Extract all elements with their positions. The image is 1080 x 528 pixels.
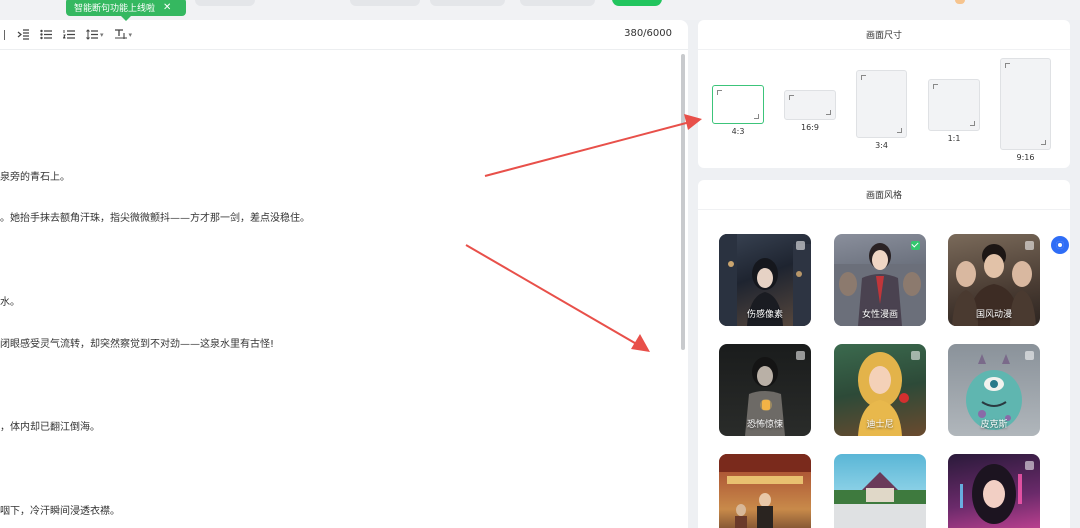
numbered-list-icon: [63, 30, 75, 39]
size-thumb: [928, 79, 980, 131]
style-label: 恐怖惊悚: [746, 420, 783, 430]
feature-toast: 智能断句功能上线啦 ✕: [66, 0, 186, 16]
size-thumb: [856, 70, 907, 138]
style-checkbox[interactable]: [796, 241, 805, 250]
size-thumb: [784, 90, 836, 120]
style-card-sad-pixel[interactable]: 伤感像素: [719, 234, 811, 326]
size-option-1-1[interactable]: 1:1: [928, 79, 980, 143]
bullet-list-icon: [40, 29, 52, 40]
editor-line[interactable]: 。她抬手抹去额角汗珠，指尖微微颤抖——方才那一剑，差点没稳住。: [0, 209, 310, 224]
size-option-9-16[interactable]: 9:16: [1000, 58, 1051, 162]
size-option-3-4[interactable]: 3:4: [856, 70, 907, 150]
canvas-size-panel: 画面尺寸 4:3 16:9 3:4 1:1 9:16: [698, 20, 1070, 168]
canvas-size-title: 画面尺寸: [698, 20, 1070, 50]
editor-line[interactable]: 闭眼感受灵气流转，却突然察觉到不对劲——这泉水里有古怪!: [0, 335, 274, 350]
toast-text: 智能断句功能上线啦: [74, 3, 156, 14]
style-card-neon-anime[interactable]: [948, 454, 1040, 528]
editor-line[interactable]: 水。: [0, 293, 20, 308]
style-label: 女性漫画: [861, 310, 898, 320]
size-label: 1:1: [947, 134, 961, 143]
size-label: 4:3: [731, 127, 745, 136]
toolbar-divider: [4, 29, 5, 40]
style-card-horror-thriller[interactable]: 恐怖惊悚: [719, 344, 811, 436]
style-thumb-image: [834, 472, 926, 528]
style-card-chinese-anime[interactable]: 国风动漫: [948, 234, 1040, 326]
top-tab-remnant[interactable]: [195, 0, 255, 6]
toast-close-icon[interactable]: ✕: [163, 2, 171, 13]
style-card-disney[interactable]: 迪士尼: [834, 344, 926, 436]
style-label: 伤感像素: [746, 310, 783, 320]
chevron-down-icon: ▾: [100, 30, 104, 39]
style-card-female-comic[interactable]: 女性漫画: [834, 234, 926, 326]
style-checkbox[interactable]: [796, 351, 805, 360]
style-card-vintage[interactable]: [719, 454, 811, 528]
style-checkbox-checked[interactable]: [911, 241, 920, 250]
size-thumb: [712, 85, 764, 124]
avatar-badge: [955, 0, 965, 4]
style-label: 国风动漫: [975, 310, 1012, 320]
numbered-list-button[interactable]: [63, 29, 76, 40]
style-thumb-image: [719, 454, 811, 528]
indent-button[interactable]: [17, 29, 30, 40]
size-label: 16:9: [801, 123, 819, 132]
style-label: 皮克斯: [980, 420, 1008, 430]
bullet-list-button[interactable]: [40, 29, 53, 40]
top-tab-remnant[interactable]: [520, 0, 595, 6]
style-checkbox[interactable]: [1025, 351, 1034, 360]
assistant-float-button[interactable]: [1051, 236, 1069, 254]
style-label: 迪士尼: [866, 420, 894, 430]
editor-line[interactable]: 咽下，冷汗瞬间浸透衣襟。: [0, 502, 120, 517]
editor-line[interactable]: ，体内却已翻江倒海。: [0, 418, 100, 433]
toast-pointer: [121, 16, 131, 21]
size-option-4-3[interactable]: 4:3: [712, 85, 764, 136]
editor-line[interactable]: 泉旁的青石上。: [0, 168, 70, 183]
size-label: 3:4: [875, 141, 888, 150]
line-height-button[interactable]: ▾: [86, 29, 104, 40]
paragraph-spacing-button[interactable]: ▾: [114, 29, 133, 40]
art-style-title: 画面风格: [698, 180, 1070, 210]
top-tab-remnant[interactable]: [430, 0, 505, 6]
text-format-icon: [114, 29, 127, 39]
character-counter: 380/6000: [624, 28, 672, 39]
size-option-16-9[interactable]: 16:9: [784, 90, 836, 132]
primary-action-button[interactable]: [612, 0, 662, 6]
style-checkbox[interactable]: [1025, 241, 1034, 250]
script-editor: ▾ ▾ 380/6000 泉旁的青石上。 。她抬手抹去额角汗珠，指尖微微颤抖——…: [0, 20, 688, 528]
size-label: 9:16: [1016, 153, 1035, 162]
size-thumb: [1000, 58, 1051, 150]
top-tab-remnant[interactable]: [350, 0, 420, 6]
style-checkbox[interactable]: [911, 351, 920, 360]
chevron-down-icon: ▾: [128, 30, 133, 39]
style-card-countryside[interactable]: [834, 454, 926, 528]
indent-icon: [17, 29, 29, 40]
line-height-icon: [86, 29, 98, 40]
art-style-panel: 画面风格 伤感像素 女性漫画 国风动漫 恐怖惊悚 迪士尼 皮克斯: [698, 180, 1070, 528]
editor-toolbar: ▾ ▾ 380/6000: [0, 20, 688, 50]
editor-scrollbar[interactable]: [681, 54, 685, 350]
style-checkbox[interactable]: [1025, 461, 1034, 470]
style-card-pixar[interactable]: 皮克斯: [948, 344, 1040, 436]
